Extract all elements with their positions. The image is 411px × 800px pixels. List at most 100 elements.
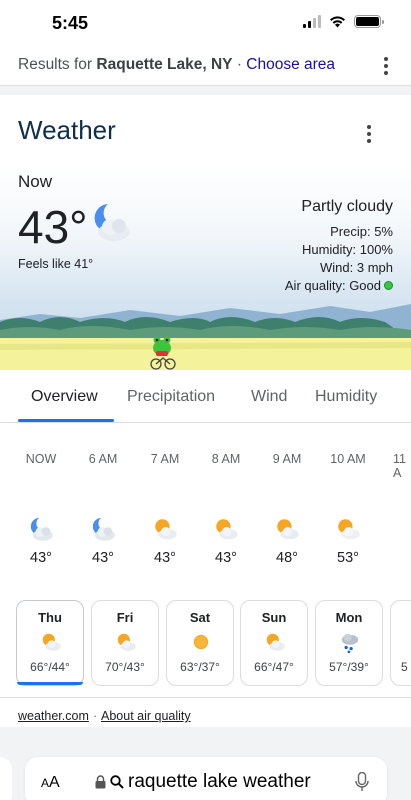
hour-label: 8 AM <box>211 452 241 466</box>
day-temps: 5 <box>401 660 408 674</box>
weather-card: Weather Now 43° Feels like 41° Partly cl… <box>0 95 411 727</box>
footer-separator: · <box>93 709 98 723</box>
selected-day-indicator <box>17 682 83 685</box>
current-temp: 43° <box>18 200 88 254</box>
hour-temp: 48° <box>276 550 298 566</box>
moon-cloud-icon <box>30 517 53 541</box>
day-temps: 70°/43° <box>105 660 145 674</box>
moon-cloud-icon <box>94 204 130 241</box>
results-prefix: Results for <box>18 56 93 73</box>
results-more-icon[interactable] <box>384 57 388 75</box>
results-location-text: Results for Raquette Lake, NY · Choose a… <box>18 56 335 74</box>
day-card-partial[interactable]: 5 <box>390 600 411 686</box>
sun-cloud-icon <box>42 633 61 651</box>
hour-temp: 43° <box>92 550 114 566</box>
card-title: Weather <box>18 115 116 145</box>
precip-value: Precip: 5% <box>330 224 393 239</box>
status-icons <box>303 15 384 28</box>
weather-details: Precip: 5% Humidity: 100% Wind: 3 mph Ai… <box>285 223 393 295</box>
day-name: Fri <box>116 610 134 625</box>
daily-forecast: Thu 66°/44° Fri 70°/43° Sat 63°/37° Sun … <box>0 600 411 690</box>
day-card-mon[interactable]: Mon 57°/39° <box>315 600 383 686</box>
hour-item: 7 AM 43° <box>140 440 190 566</box>
day-card-sat[interactable]: Sat 63°/37° <box>166 600 234 686</box>
sun-cloud-icon <box>338 519 360 540</box>
tab-wind[interactable]: Wind <box>251 388 287 406</box>
rain-cloud-icon <box>341 633 359 653</box>
current-weather: Now 43° Feels like 41° Partly cloudy Pre… <box>0 165 411 370</box>
hour-label: NOW <box>25 452 57 466</box>
hourly-forecast[interactable]: NOW 43° 6 AM 43° 7 AM 43° 8 AM 43° 9 AM … <box>0 440 411 590</box>
hour-label: 9 AM <box>272 452 302 466</box>
degree-symbol: ° <box>69 201 88 253</box>
wind-value: Wind: 3 mph <box>320 260 393 275</box>
air-quality-row[interactable]: Air quality: Good <box>285 277 393 295</box>
hour-item: 8 AM 43° <box>201 440 251 566</box>
status-bar: 5:45 <box>0 0 411 46</box>
day-name: Sat <box>189 610 211 625</box>
current-temp-value: 43 <box>18 201 70 253</box>
reader-settings-button[interactable]: AA <box>41 774 60 792</box>
results-bar: Results for Raquette Lake, NY · Choose a… <box>0 46 411 86</box>
battery-icon <box>354 15 384 28</box>
tab-humidity[interactable]: Humidity <box>315 388 377 406</box>
humidity-value: Humidity: 100% <box>301 242 393 257</box>
address-bar[interactable]: AA raquette lake weather <box>25 757 387 800</box>
day-name: Thu <box>38 610 62 625</box>
sun-cloud-icon <box>216 519 238 540</box>
search-icon <box>110 775 124 789</box>
day-temps: 66°/44° <box>30 660 70 674</box>
hour-label: 7 AM <box>150 452 180 466</box>
weather-com-link[interactable]: weather.com <box>18 709 89 723</box>
sun-cloud-icon <box>117 633 136 651</box>
card-footer: weather.com · About air quality <box>0 697 411 727</box>
sun-icon <box>193 634 209 650</box>
hour-item: 10 AM 53° <box>323 440 373 566</box>
aa-big: A <box>49 774 60 791</box>
microphone-icon[interactable] <box>355 772 369 792</box>
sun-cloud-icon <box>266 633 285 651</box>
hour-temp: 43° <box>30 550 52 566</box>
hour-label: 11 A <box>393 452 406 480</box>
moon-cloud-icon <box>92 517 115 541</box>
weather-scene-illustration <box>0 304 411 370</box>
choose-area-link[interactable]: Choose area <box>246 56 335 73</box>
hour-label: 6 AM <box>88 452 118 466</box>
sun-cloud-icon <box>155 519 177 540</box>
hour-item: NOW 43° <box>16 440 66 566</box>
wifi-icon <box>330 16 345 28</box>
url-field[interactable]: raquette lake weather <box>95 771 311 793</box>
day-card-sun[interactable]: Sun 66°/47° <box>240 600 308 686</box>
previous-tab-edge[interactable] <box>0 757 12 800</box>
hour-temp: 53° <box>337 550 359 566</box>
lock-icon <box>95 775 106 789</box>
hour-label: 10 AM <box>330 452 366 466</box>
hour-item: 9 AM 48° <box>262 440 312 566</box>
day-temps: 57°/39° <box>329 660 369 674</box>
feels-like: Feels like 41° <box>18 257 94 271</box>
day-temps: 63°/37° <box>180 660 220 674</box>
hour-item: 11 A 56 <box>384 440 411 480</box>
about-air-quality-link[interactable]: About air quality <box>101 709 191 723</box>
now-label: Now <box>18 172 53 191</box>
card-more-icon[interactable] <box>367 125 371 143</box>
results-place: Raquette Lake, NY <box>96 56 233 73</box>
hour-item: 6 AM 43° <box>78 440 128 566</box>
tab-overview[interactable]: Overview <box>31 388 98 406</box>
condition-text: Partly cloudy <box>301 198 393 215</box>
sun-cloud-icon <box>277 519 299 540</box>
tab-precipitation[interactable]: Precipitation <box>127 388 215 406</box>
active-tab-indicator <box>18 419 114 422</box>
day-card-thu[interactable]: Thu 66°/44° <box>16 600 84 686</box>
day-name: Sun <box>261 610 287 625</box>
status-time: 5:45 <box>52 13 89 33</box>
browser-bottom-bar: AA raquette lake weather <box>0 742 411 800</box>
hour-temp: 43° <box>215 550 237 566</box>
day-card-fri[interactable]: Fri 70°/43° <box>91 600 159 686</box>
aa-small: A <box>41 776 50 790</box>
weather-tabs: Overview Precipitation Wind Humidity <box>0 375 411 423</box>
results-separator: · <box>232 56 247 73</box>
cell-signal-icon <box>303 15 321 28</box>
day-name: Mon <box>335 610 363 625</box>
day-temps: 66°/47° <box>254 660 294 674</box>
